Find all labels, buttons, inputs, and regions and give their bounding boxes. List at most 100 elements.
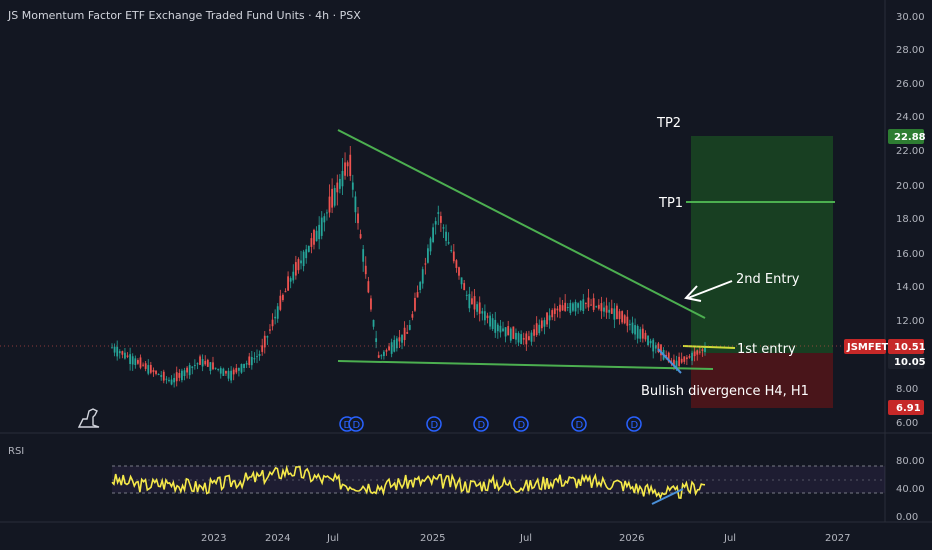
candle-body (124, 352, 126, 359)
candle-body (313, 229, 315, 245)
candle-body (618, 311, 621, 319)
candle-body (382, 351, 385, 356)
divergence-label: Bullish divergence H4, H1 (641, 384, 809, 399)
candle-body (468, 294, 471, 309)
candle-body (424, 263, 427, 265)
target-price-value: 22.88 (894, 132, 926, 143)
candle-body (566, 306, 569, 308)
candle-body (116, 346, 119, 357)
candle-body (450, 250, 453, 252)
candle-body (437, 212, 440, 214)
candle-body (636, 325, 639, 339)
price-tick: 28.00 (896, 45, 925, 56)
candle-body (647, 335, 649, 346)
candle-body (136, 360, 139, 364)
candle-body (323, 216, 326, 223)
candle-body (186, 367, 188, 373)
candle-body (276, 306, 279, 319)
candle-body (693, 351, 696, 357)
candle-body (556, 308, 559, 311)
price-tick: 24.00 (896, 112, 925, 123)
candle-body (209, 362, 212, 371)
candle-body (302, 251, 305, 267)
price-tick: 6.00 (896, 418, 918, 429)
candle-body (126, 355, 129, 357)
candle-body (455, 260, 458, 268)
candle-body (406, 332, 409, 334)
candle-body (346, 162, 349, 167)
candle-body (605, 305, 608, 313)
candle-body (253, 358, 256, 360)
candle-body (494, 319, 497, 333)
candle-body (522, 338, 525, 340)
candle-body (230, 370, 233, 381)
candle-body (452, 251, 455, 262)
rsi-tick: 40.00 (896, 484, 925, 495)
candle-body (403, 327, 406, 340)
candle-body (678, 356, 681, 366)
candle-body (520, 334, 523, 345)
candle-body (572, 303, 574, 311)
candle-body (134, 358, 137, 366)
candle-body (168, 379, 170, 381)
candle-body (351, 182, 354, 190)
candle-body (248, 356, 251, 366)
candle-body (157, 373, 160, 375)
stop-price-value: 6.91 (896, 403, 921, 414)
candle-body (225, 371, 227, 374)
candle-body (131, 356, 134, 365)
candle-body (178, 373, 181, 378)
candle-body (336, 182, 339, 193)
candle-body (421, 269, 424, 284)
candle-body (644, 332, 647, 340)
time-tick: Jul (326, 533, 339, 544)
candle-body (266, 336, 269, 338)
price-tick: 8.00 (896, 384, 918, 395)
candle-body (434, 221, 437, 225)
candle-body (688, 356, 691, 358)
candle-body (139, 357, 142, 368)
candle-body (704, 347, 706, 352)
price-tick: 12.00 (896, 316, 925, 327)
candle-body (193, 364, 196, 366)
candle-body (592, 298, 595, 310)
candle-body (553, 308, 556, 314)
candle-body (256, 356, 258, 358)
time-tick: 2026 (619, 533, 644, 544)
loss-zone[interactable] (691, 353, 833, 408)
candle-body (411, 314, 414, 318)
candle-body (623, 315, 626, 324)
candle-body (476, 304, 479, 312)
candle-body (515, 332, 517, 340)
candle-body (597, 304, 600, 309)
candle-body (496, 324, 499, 332)
profit-zone[interactable] (691, 136, 833, 353)
candle-body (287, 276, 289, 291)
candle-body (328, 196, 331, 213)
candle-body (610, 308, 613, 314)
dividend-marker-label: D (431, 420, 439, 431)
chart-stage[interactable]: TP2 TP1 2nd Entry 1st entry Bullish dive… (0, 0, 932, 550)
entry1-label: 1st entry (737, 342, 796, 357)
candle-body (173, 377, 176, 383)
candle-body (465, 294, 468, 296)
candle-body (250, 356, 253, 366)
candle-body (149, 364, 152, 373)
candle-body (574, 301, 577, 312)
candle-body (691, 352, 693, 361)
candle-body (616, 305, 618, 319)
candle-body (481, 311, 484, 314)
dividend-marker-label: D (576, 420, 584, 431)
candle-body (362, 249, 365, 262)
candle-body (528, 336, 530, 341)
candle-body (504, 327, 507, 337)
candle-body (427, 248, 429, 263)
candle-body (237, 367, 240, 371)
dividend-marker-label: D (518, 420, 526, 431)
rsi-tick: 80.00 (896, 456, 925, 467)
candle-body (546, 312, 548, 325)
candle-body (196, 363, 199, 365)
candle-body (680, 358, 683, 363)
candle-body (698, 351, 701, 353)
price-tick: 26.00 (896, 79, 925, 90)
